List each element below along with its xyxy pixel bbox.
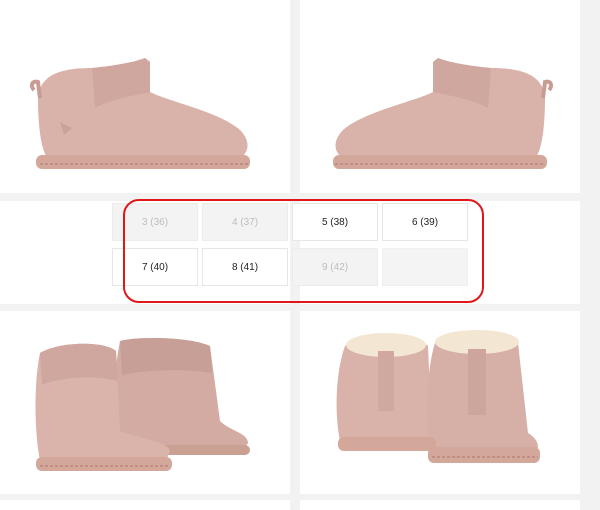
size-option-5-38[interactable]: 5 (38) (292, 203, 378, 241)
size-option-8-41[interactable]: 8 (41) (202, 248, 288, 286)
product-image-pair-front[interactable] (0, 311, 290, 494)
size-selector: 3 (36) 4 (37) 5 (38) 6 (39) 7 (40) 8 (41… (112, 203, 492, 298)
bottom-tile-left (0, 500, 290, 510)
boot-side-right-illustration (333, 58, 554, 169)
bottom-tile-right (300, 500, 580, 510)
boot-pair-front-illustration (35, 338, 250, 471)
size-option-4-37: 4 (37) (202, 203, 288, 241)
boot-pair-back-illustration (336, 330, 540, 463)
product-image-pair-back[interactable] (300, 311, 580, 494)
boot-side-left-illustration (29, 58, 250, 169)
size-option-9-42: 9 (42) (292, 248, 378, 286)
product-image-side-right[interactable] (300, 0, 580, 193)
size-option-3-36: 3 (36) (112, 203, 198, 241)
product-image-side-left[interactable] (0, 0, 290, 193)
size-option-6-39[interactable]: 6 (39) (382, 203, 468, 241)
size-option-empty (382, 248, 468, 286)
size-option-7-40[interactable]: 7 (40) (112, 248, 198, 286)
